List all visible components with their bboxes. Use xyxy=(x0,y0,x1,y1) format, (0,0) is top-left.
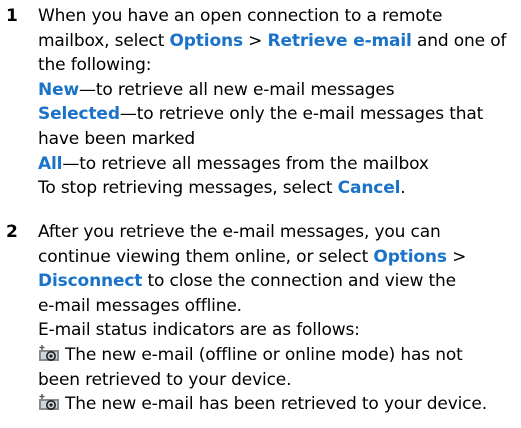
step-line: have been marked xyxy=(38,127,195,151)
menu-option-label: Cancel xyxy=(337,178,401,199)
menu-option-label: All xyxy=(38,153,63,174)
instruction-text: —to retrieve all new e-mail messages xyxy=(79,79,395,100)
step-number: 2 xyxy=(6,222,18,242)
step-line: After you retrieve the e-mail messages, … xyxy=(38,220,441,244)
step-line: Selected—to retrieve only the e-mail mes… xyxy=(38,102,483,126)
step-line: e-mail messages offline. xyxy=(38,294,242,318)
menu-option-label: Selected xyxy=(38,104,120,125)
menu-option-label: Options xyxy=(169,30,243,51)
instruction-text: E-mail status indicators are as follows: xyxy=(38,320,360,341)
email-retrieval-instructions: 1 When you have an open connection to a … xyxy=(0,0,521,428)
instruction-text: To stop retrieving messages, select xyxy=(38,178,338,199)
instruction-text: e-mail messages offline. xyxy=(38,295,242,316)
instruction-text: —to retrieve all messages from the mailb… xyxy=(62,153,429,174)
step-line: mailbox, select Options > Retrieve e-mai… xyxy=(38,29,506,53)
new-email-not-retrieved-icon xyxy=(38,344,62,362)
step-line: E-mail status indicators are as follows: xyxy=(38,318,360,342)
instruction-text: have been marked xyxy=(38,129,196,149)
menu-option-label: New xyxy=(38,79,80,100)
instruction-text: The new e-mail (offline or online mode) … xyxy=(65,345,463,365)
menu-option-label: Options xyxy=(373,246,447,267)
step-number: 1 xyxy=(6,6,18,26)
instruction-text: When you have an open connection to a re… xyxy=(38,6,443,26)
instruction-text: After you retrieve the e-mail messages, … xyxy=(38,222,441,242)
step-line: continue viewing them online, or select … xyxy=(38,245,466,269)
step-line: been retrieved to your device. xyxy=(38,368,292,392)
instruction-text: and one of xyxy=(411,30,507,51)
new-email-retrieved-icon xyxy=(38,393,62,411)
instruction-text: —to retrieve only the e-mail messages th… xyxy=(119,104,484,125)
instruction-text: the following: xyxy=(38,55,152,76)
instruction-text: > xyxy=(242,30,268,51)
menu-option-label: Disconnect xyxy=(38,271,143,292)
step-line: The new e-mail (offline or online mode) … xyxy=(38,343,463,367)
step-line: New—to retrieve all new e-mail messages xyxy=(38,78,395,102)
instruction-text: been retrieved to your device. xyxy=(38,369,292,390)
step-line: To stop retrieving messages, select Canc… xyxy=(38,176,406,200)
instruction-text: continue viewing them online, or select xyxy=(38,246,374,267)
step-line: Disconnect to close the connection and v… xyxy=(38,269,456,293)
instruction-text: . xyxy=(400,178,406,199)
instruction-text: The new e-mail has been retrieved to you… xyxy=(65,394,487,415)
step-line: All—to retrieve all messages from the ma… xyxy=(38,152,429,176)
step-line: the following: xyxy=(38,53,152,77)
instruction-text: mailbox, select xyxy=(38,30,170,51)
menu-option-label: Retrieve e-mail xyxy=(267,30,412,51)
step-line: The new e-mail has been retrieved to you… xyxy=(38,392,487,416)
instruction-text: > xyxy=(446,246,467,267)
instruction-text: to close the connection and view the xyxy=(142,271,457,292)
step-line: When you have an open connection to a re… xyxy=(38,4,442,28)
